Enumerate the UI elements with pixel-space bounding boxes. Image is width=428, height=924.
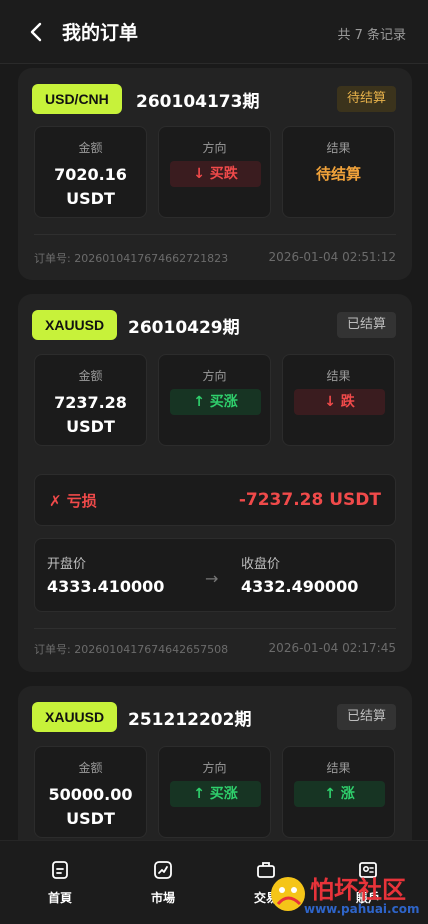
amount-box: 金额 7237.28 USDT [34, 354, 147, 446]
divider [34, 628, 396, 629]
status-badge: 待结算 [336, 86, 396, 112]
amount-box: 金额 7020.16 USDT [34, 126, 147, 218]
amount-value: 7020.16 USDT [54, 165, 127, 208]
divider [34, 234, 396, 235]
direction-label: 方向 [202, 369, 227, 383]
tab-home[interactable]: 首頁 [30, 859, 90, 906]
loss-label: ✗ 亏损 [49, 492, 97, 510]
direction-tag: ↑ 买涨 [170, 389, 261, 415]
direction-box: 方向 ↑ 买涨 [158, 354, 271, 446]
result-box: 结果 待结算 [282, 126, 395, 218]
order-card[interactable]: XAUUSD 251212202期 已结算 金额 50000.00 USDT 方向… [18, 686, 412, 840]
amount-label: 金额 [78, 369, 103, 383]
pnl-row: ✗ 亏损 -7237.28 USDT [34, 474, 396, 526]
amount-box: 金额 50000.00 USDT [34, 746, 147, 838]
record-count: 共 7 条记录 [337, 28, 406, 43]
open-price-label: 开盘价 [47, 557, 87, 572]
page-title: 我的订单 [62, 22, 139, 44]
result-label: 结果 [326, 369, 351, 383]
loss-value: -7237.28 USDT [238, 490, 381, 510]
back-icon[interactable] [26, 20, 48, 44]
tab-market-label: 市場 [150, 891, 175, 905]
header: 我的订单 共 7 条记录 [0, 0, 428, 64]
tab-home-label: 首頁 [47, 891, 72, 905]
result-box: 结果 ↑ 涨 [282, 746, 395, 838]
tab-market[interactable]: 市場 [133, 859, 193, 906]
watermark: 怕坏社区 www.pahuai.com [264, 868, 424, 920]
status-badge: 已结算 [336, 704, 396, 730]
direction-label: 方向 [202, 141, 227, 155]
result-tag: ↓ 跌 [294, 389, 385, 415]
result-tag: ↑ 涨 [294, 781, 385, 807]
amount-value: 50000.00 USDT [48, 785, 133, 828]
period-number: 26010429期 [128, 318, 240, 338]
order-time: 2026-01-04 02:17:45 [268, 641, 396, 655]
watermark-url: www.pahuai.com [304, 902, 420, 916]
open-price-value: 4333.410000 [47, 577, 165, 596]
symbol-badge: XAUUSD [32, 310, 118, 340]
symbol-badge: USD/CNH [32, 84, 122, 114]
home-doc-icon [52, 861, 68, 879]
direction-tag: ↑ 买涨 [170, 781, 261, 807]
order-number: 订单号: 2026010417674662721823 [34, 252, 229, 265]
result-label: 结果 [326, 141, 351, 155]
price-row: 开盘价 4333.410000 → 收盘价 4332.490000 [34, 538, 396, 612]
amount-value: 7237.28 USDT [54, 393, 127, 436]
order-list[interactable]: USD/CNH 260104173期 待结算 金额 7020.16 USDT 方向… [0, 64, 428, 840]
direction-box: 方向 ↓ 买跌 [158, 126, 271, 218]
direction-box: 方向 ↑ 买涨 [158, 746, 271, 838]
order-card[interactable]: USD/CNH 260104173期 待结算 金额 7020.16 USDT 方向… [18, 68, 412, 280]
arrow-right-icon: → [205, 569, 219, 588]
close-price-value: 4332.490000 [241, 577, 359, 596]
close-price-label: 收盘价 [241, 557, 281, 572]
result-box: 结果 ↓ 跌 [282, 354, 395, 446]
period-number: 260104173期 [136, 92, 260, 112]
watermark-logo-icon [271, 877, 305, 911]
result-pending: 待结算 [315, 165, 361, 183]
order-card[interactable]: XAUUSD 26010429期 已结算 金额 7237.28 USDT 方向 ↑… [18, 294, 412, 672]
order-number: 订单号: 2026010417674642657508 [34, 643, 229, 656]
amount-label: 金额 [78, 141, 103, 155]
result-label: 结果 [326, 761, 351, 775]
direction-label: 方向 [202, 761, 227, 775]
status-badge: 已结算 [336, 312, 396, 338]
period-number: 251212202期 [128, 710, 252, 730]
watermark-title: 怕坏社区 [310, 875, 406, 904]
symbol-badge: XAUUSD [32, 702, 118, 732]
market-chart-icon [154, 861, 172, 879]
direction-tag: ↓ 买跌 [170, 161, 261, 187]
amount-label: 金额 [78, 761, 103, 775]
order-time: 2026-01-04 02:51:12 [268, 250, 396, 264]
